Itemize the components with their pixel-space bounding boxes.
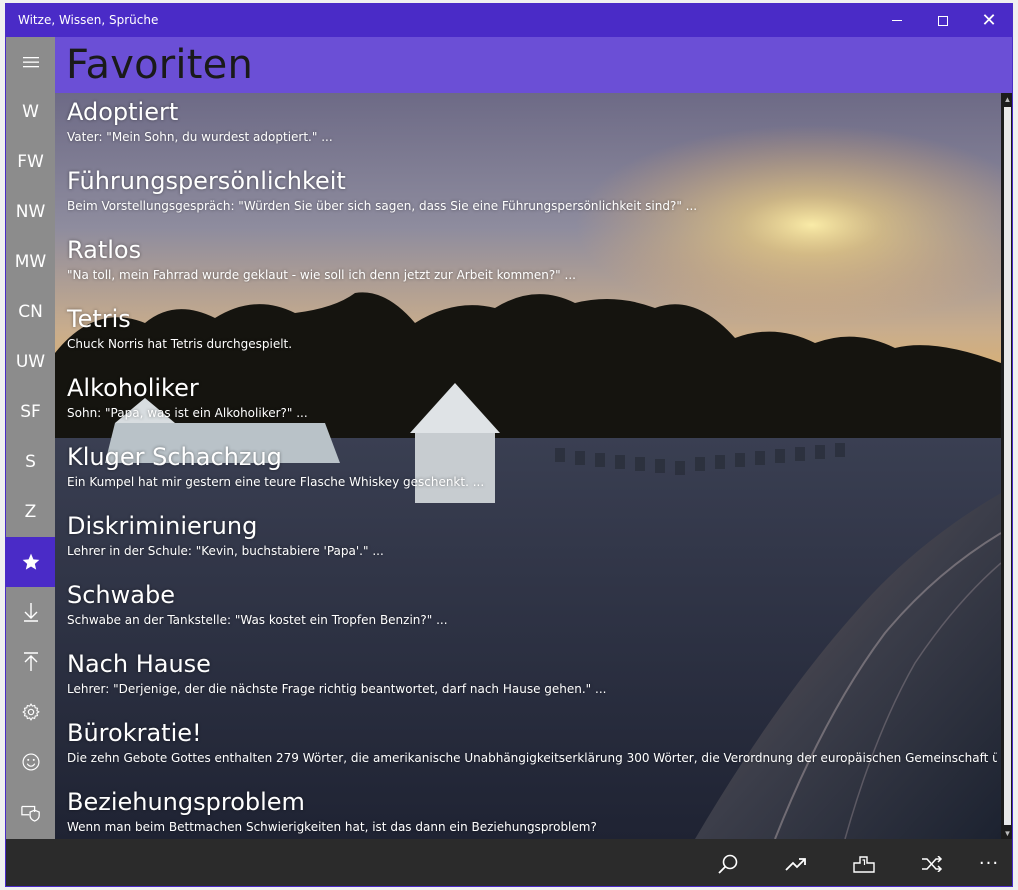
shield-icon: [20, 805, 40, 822]
minimize-button[interactable]: [874, 4, 920, 37]
sidebar-item-nw[interactable]: NW: [6, 187, 55, 237]
search-button[interactable]: [702, 839, 754, 886]
list-item[interactable]: Tetris Chuck Norris hat Tetris durchgesp…: [67, 304, 997, 373]
ranking-button[interactable]: [838, 839, 890, 886]
item-title: Adoptiert: [67, 98, 179, 126]
item-text: Wenn man beim Bettmachen Schwierigkeiten…: [67, 820, 597, 834]
maximize-icon: [938, 15, 948, 26]
more-button[interactable]: ···: [964, 839, 1012, 886]
upload-icon: [23, 652, 38, 671]
window-title: Witze, Wissen, Sprüche: [18, 13, 159, 27]
list-item[interactable]: Diskriminierung Lehrer in der Schule: "K…: [67, 511, 997, 580]
scroll-up-arrow-icon[interactable]: ▲: [1001, 93, 1012, 105]
item-title: Führungspersönlichkeit: [67, 167, 346, 195]
list-item[interactable]: Kluger Schachzug Ein Kumpel hat mir gest…: [67, 442, 997, 511]
page-title: Favoriten: [66, 42, 253, 88]
app-window: Witze, Wissen, Sprüche ✕ W FW NW MW CN U…: [5, 3, 1013, 887]
item-text: Vater: "Mein Sohn, du wurdest adoptiert.…: [67, 130, 333, 144]
title-bar[interactable]: Witze, Wissen, Sprüche ✕: [6, 4, 1012, 37]
sidebar-item-cn[interactable]: CN: [6, 287, 55, 337]
item-text: "Na toll, mein Fahrrad wurde geklaut - w…: [67, 268, 576, 282]
list-item[interactable]: Führungspersönlichkeit Beim Vorstellungs…: [67, 166, 997, 235]
sidebar-item-privacy[interactable]: [6, 787, 55, 837]
more-icon: ···: [978, 853, 1000, 874]
hamburger-icon: [22, 57, 39, 68]
item-text: Chuck Norris hat Tetris durchgespielt.: [67, 337, 293, 351]
item-text: Sohn: "Papa, was ist ein Alkoholiker?" .…: [67, 406, 308, 420]
item-title: Diskriminierung: [67, 512, 258, 540]
hamburger-menu-button[interactable]: [6, 37, 55, 87]
item-title: Schwabe: [67, 581, 175, 609]
item-text: Lehrer in der Schule: "Kevin, buchstabie…: [67, 544, 384, 558]
sidebar-item-favorites[interactable]: [6, 537, 55, 587]
sidebar-item-s[interactable]: S: [6, 437, 55, 487]
item-text: Die zehn Gebote Gottes enthalten 279 Wör…: [67, 751, 997, 765]
shuffle-icon: [922, 855, 943, 872]
gear-icon: [21, 703, 40, 721]
item-text: Ein Kumpel hat mir gestern eine teure Fl…: [67, 475, 485, 489]
ranking-icon: [853, 855, 875, 873]
close-button[interactable]: ✕: [966, 4, 1012, 37]
sidebar-item-fw[interactable]: FW: [6, 137, 55, 187]
sidebar-item-mw[interactable]: MW: [6, 237, 55, 287]
maximize-button[interactable]: [920, 4, 966, 37]
item-text: Beim Vorstellungsgespräch: "Würden Sie ü…: [67, 199, 698, 213]
sidebar-item-z[interactable]: Z: [6, 487, 55, 537]
item-title: Tetris: [67, 305, 131, 333]
shuffle-button[interactable]: [906, 839, 958, 886]
list-item[interactable]: Bürokratie! Die zehn Gebote Gottes entha…: [67, 718, 997, 787]
sidebar-item-sf[interactable]: SF: [6, 387, 55, 437]
sidebar-item-feedback[interactable]: [6, 737, 55, 787]
item-title: Alkoholiker: [67, 374, 199, 402]
scroll-down-arrow-icon[interactable]: ▼: [1001, 827, 1012, 839]
minimize-icon: [892, 20, 902, 21]
list-item[interactable]: Schwabe Schwabe an der Tankstelle: "Was …: [67, 580, 997, 649]
list-item[interactable]: Nach Hause Lehrer: "Derjenige, der die n…: [67, 649, 997, 718]
item-title: Ratlos: [67, 236, 142, 264]
sidebar-item-w[interactable]: W: [6, 87, 55, 137]
smiley-icon: [22, 753, 39, 771]
vertical-scrollbar[interactable]: ▲ ▼: [1001, 93, 1012, 839]
item-title: Bürokratie!: [67, 719, 202, 747]
item-title: Beziehungsproblem: [67, 788, 305, 816]
list-item[interactable]: Adoptiert Vater: "Mein Sohn, du wurdest …: [67, 97, 997, 166]
list-item[interactable]: Alkoholiker Sohn: "Papa, was ist ein Alk…: [67, 373, 997, 442]
sidebar-item-upload[interactable]: [6, 637, 55, 687]
page-header: Favoriten: [55, 37, 1012, 93]
item-title: Nach Hause: [67, 650, 211, 678]
trending-icon: [785, 857, 806, 871]
item-text: Schwabe an der Tankstelle: "Was kostet e…: [67, 613, 448, 627]
sidebar-item-settings[interactable]: [6, 687, 55, 737]
download-icon: [23, 603, 38, 622]
bottom-app-bar: ···: [6, 839, 1012, 886]
sidebar-item-uw[interactable]: UW: [6, 337, 55, 387]
list-item[interactable]: Beziehungsproblem Wenn man beim Bettmach…: [67, 787, 997, 839]
list-item[interactable]: Ratlos "Na toll, mein Fahrrad wurde gekl…: [67, 235, 997, 304]
trending-button[interactable]: [770, 839, 822, 886]
item-title: Kluger Schachzug: [67, 443, 282, 471]
sidebar: W FW NW MW CN UW SF S Z: [6, 37, 55, 839]
close-icon: ✕: [981, 9, 997, 31]
sidebar-item-download[interactable]: [6, 587, 55, 637]
favorites-panel: Adoptiert Vater: "Mein Sohn, du wurdest …: [55, 93, 1001, 839]
star-icon: [22, 553, 39, 570]
search-icon: [718, 854, 738, 874]
item-text: Lehrer: "Derjenige, der die nächste Frag…: [67, 682, 607, 696]
scroll-thumb[interactable]: [1004, 107, 1011, 825]
